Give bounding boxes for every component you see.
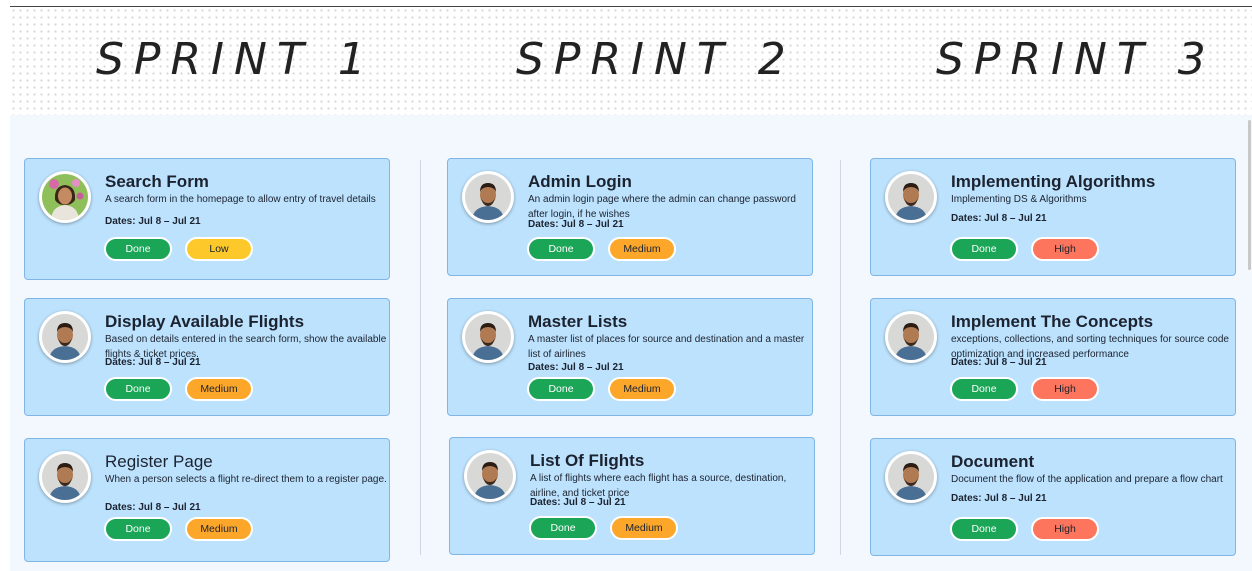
task-card-admin-login[interactable]: Admin Login An admin login page where th… [447,158,813,276]
status-badge-done[interactable]: Done [104,237,172,261]
priority-badge-medium[interactable]: Medium [608,237,676,261]
priority-badge-medium[interactable]: Medium [610,516,678,540]
card-description: Document the flow of the application and… [951,474,1223,485]
card-title: Register Page [105,452,213,471]
task-card-implement-the-concepts[interactable]: Implement The Concepts exceptions, colle… [870,298,1236,416]
card-description: When a person selects a flight re-direct… [105,474,387,485]
task-card-list-of-flights[interactable]: List Of Flights A list of flights where … [449,437,815,555]
task-card-display-available-flights[interactable]: Display Available Flights Based on detai… [24,298,390,416]
card-dates: Dates: Jul 8 – Jul 21 [105,357,201,368]
card-title: Search Form [105,172,209,191]
column-divider-1 [420,160,421,555]
status-badge-done[interactable]: Done [104,517,172,541]
card-title: Master Lists [528,312,628,331]
task-card-register-page[interactable]: Register Page When a person selects a fl… [24,438,390,562]
status-badge-done[interactable]: Done [950,237,1018,261]
priority-badge-high[interactable]: High [1031,237,1099,261]
man-avatar-icon [467,453,513,499]
sprint-2-title: SPRINT 2 [516,34,796,85]
sprint-3-title: SPRINT 3 [936,34,1216,85]
avatar [39,311,91,363]
man-avatar-icon [888,174,934,220]
card-dates: Dates: Jul 8 – Jul 21 [951,357,1047,368]
sprint-1-title: SPRINT 1 [96,34,376,85]
man-avatar-icon [888,454,934,500]
card-title: Admin Login [528,172,632,191]
avatar [462,171,514,223]
scrollbar[interactable] [1248,120,1251,270]
card-title: List Of Flights [530,451,645,470]
priority-badge-low[interactable]: Low [185,237,253,261]
column-divider-2 [840,160,841,555]
avatar [464,450,516,502]
status-badge-done[interactable]: Done [950,377,1018,401]
card-title: Document [951,452,1035,471]
priority-badge-medium[interactable]: Medium [185,377,253,401]
woman-avatar-icon [42,174,88,220]
priority-badge-medium[interactable]: Medium [185,517,253,541]
card-title: Implementing Algorithms [951,172,1156,191]
man-avatar-icon [42,454,88,500]
status-badge-done[interactable]: Done [104,377,172,401]
priority-badge-medium[interactable]: Medium [608,377,676,401]
priority-badge-high[interactable]: High [1031,517,1099,541]
avatar [39,451,91,503]
man-avatar-icon [465,314,511,360]
card-dates: Dates: Jul 8 – Jul 21 [951,493,1047,504]
man-avatar-icon [888,314,934,360]
card-description: A search form in the homepage to allow e… [105,194,376,205]
task-card-document[interactable]: Document Document the flow of the applic… [870,438,1236,556]
status-badge-done[interactable]: Done [527,377,595,401]
avatar [885,451,937,503]
task-card-implementing-algorithms[interactable]: Implementing Algorithms Implementing DS … [870,158,1236,276]
avatar [885,171,937,223]
card-description: Implementing DS & Algorithms [951,194,1087,205]
card-title: Display Available Flights [105,312,305,331]
status-badge-done[interactable]: Done [950,517,1018,541]
card-dates: Dates: Jul 8 – Jul 21 [105,502,201,513]
card-dates: Dates: Jul 8 – Jul 21 [530,497,626,508]
task-card-search-form[interactable]: Search Form A search form in the homepag… [24,158,390,280]
avatar [462,311,514,363]
card-description: An admin login page where the admin can … [528,194,796,220]
card-dates: Dates: Jul 8 – Jul 21 [951,213,1047,224]
status-badge-done[interactable]: Done [529,516,597,540]
status-badge-done[interactable]: Done [527,237,595,261]
task-card-master-lists[interactable]: Master Lists A master list of places for… [447,298,813,416]
card-description: A master list of places for source and d… [528,334,805,360]
avatar [39,171,91,223]
avatar [885,311,937,363]
card-dates: Dates: Jul 8 – Jul 21 [528,219,624,230]
card-title: Implement The Concepts [951,312,1154,331]
man-avatar-icon [42,314,88,360]
card-dates: Dates: Jul 8 – Jul 21 [105,216,201,227]
card-dates: Dates: Jul 8 – Jul 21 [528,362,624,373]
man-avatar-icon [465,174,511,220]
priority-badge-high[interactable]: High [1031,377,1099,401]
